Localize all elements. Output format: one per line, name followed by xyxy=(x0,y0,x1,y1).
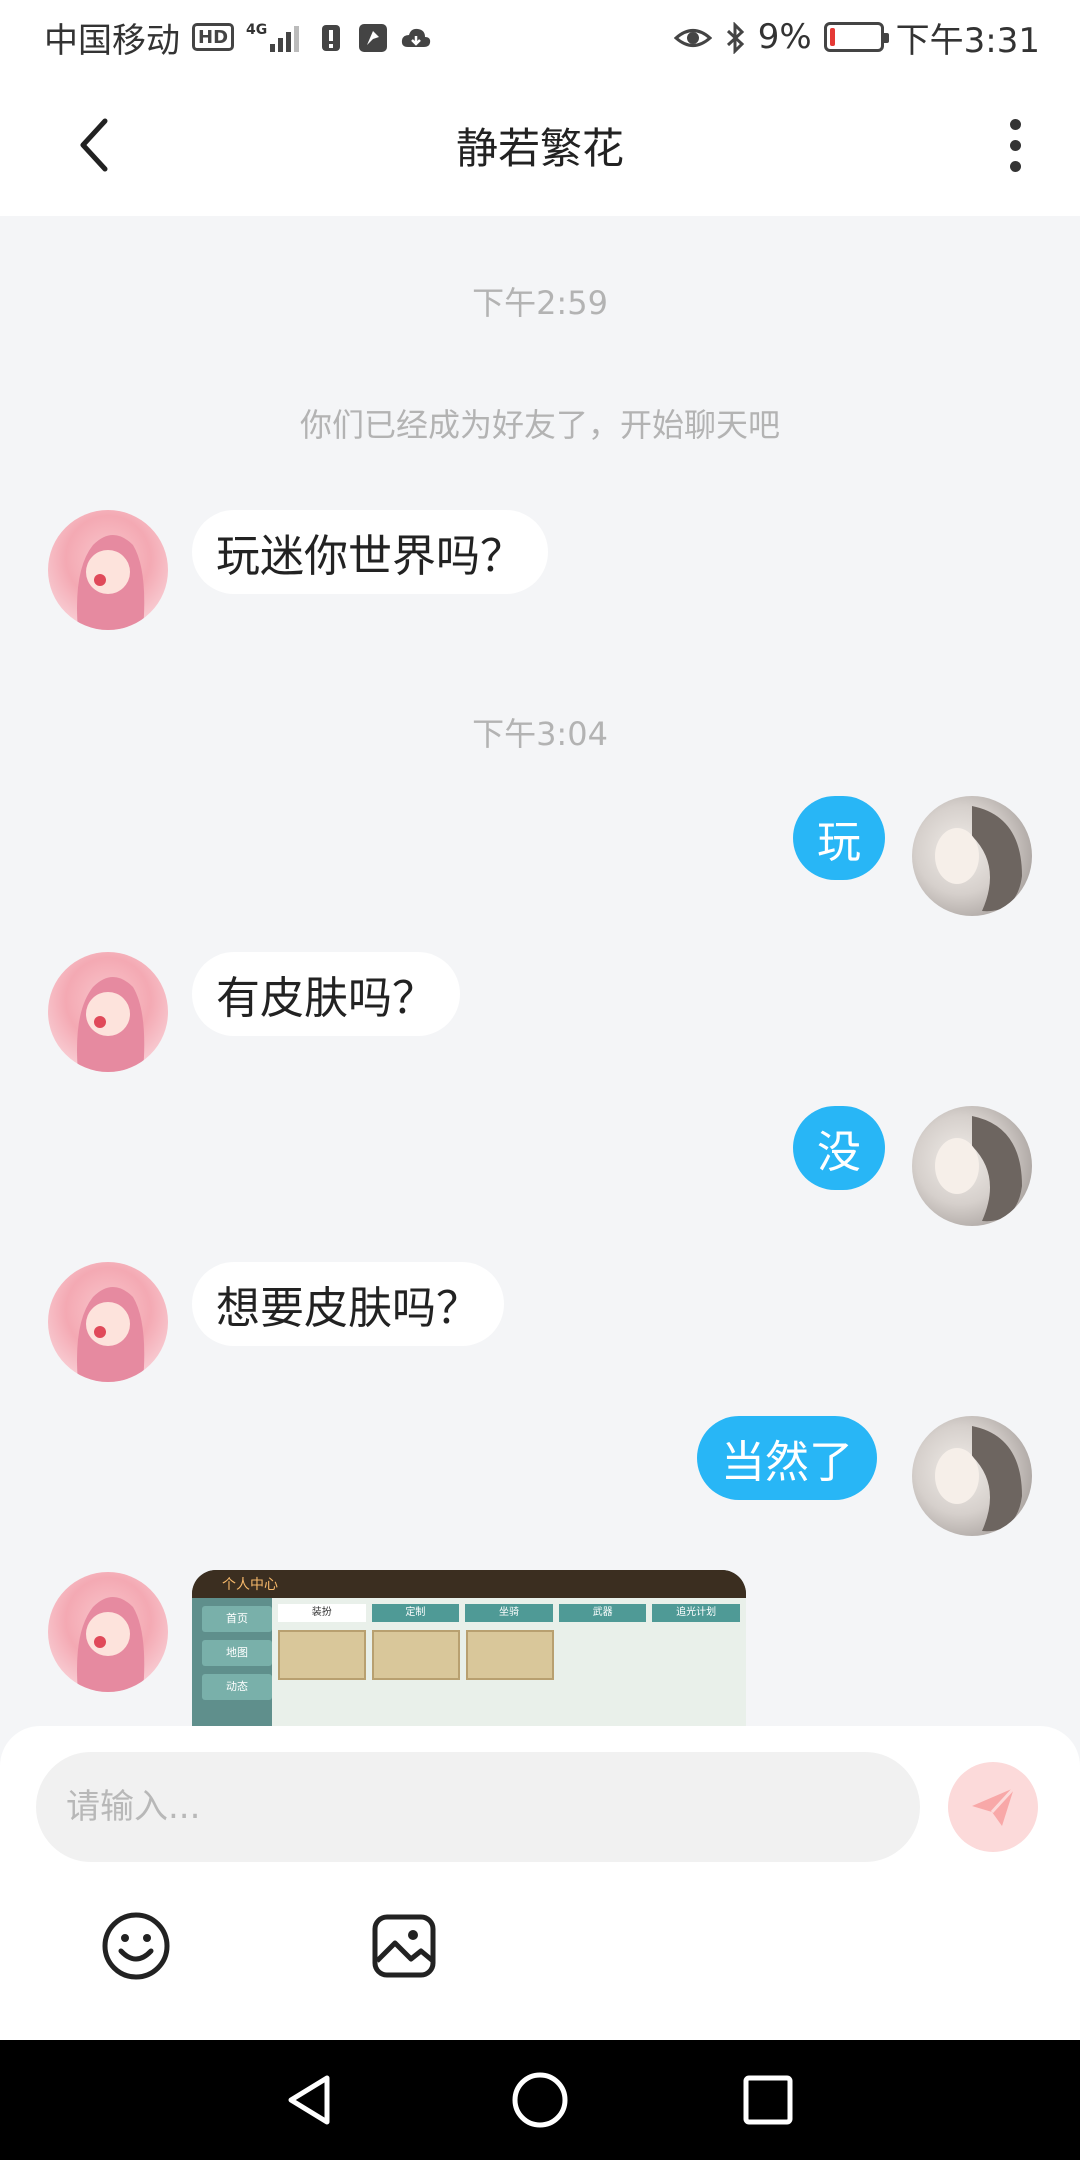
timestamp: 下午2:59 xyxy=(472,284,608,322)
message-composer xyxy=(0,1726,1080,2040)
image-picker-button[interactable] xyxy=(366,1908,442,1984)
self-avatar[interactable] xyxy=(912,796,1032,916)
image-title-bar: 个人中心 xyxy=(192,1570,746,1598)
image-tab: 坐骑 xyxy=(465,1604,553,1622)
image-tab: 装扮 xyxy=(278,1604,366,1622)
image-side-item: 首页 xyxy=(202,1606,272,1632)
more-options-button[interactable] xyxy=(990,110,1040,180)
friend-avatar[interactable] xyxy=(48,952,168,1072)
friend-avatar[interactable] xyxy=(48,510,168,630)
friend-avatar[interactable] xyxy=(48,1262,168,1382)
nav-home-button[interactable] xyxy=(504,2064,576,2136)
image-content: 首页 地图 动态 装扮 定制 坐骑 武器 追光计划 xyxy=(192,1598,746,1726)
system-navigation-bar xyxy=(0,2040,1080,2160)
square-recents-icon xyxy=(743,2075,793,2125)
more-dot-icon xyxy=(1009,118,1021,130)
cloud-download-icon xyxy=(400,22,431,52)
battery-level-fill xyxy=(829,28,836,46)
nav-recents-button[interactable] xyxy=(732,2064,804,2136)
image-tab: 定制 xyxy=(371,1604,460,1622)
image-card xyxy=(278,1630,366,1680)
emoji-button[interactable] xyxy=(98,1908,174,1984)
bluetooth-icon xyxy=(724,21,746,55)
chevron-left-icon xyxy=(80,118,108,172)
message-bubble-incoming[interactable]: 玩迷你世界吗？ xyxy=(192,510,548,594)
message-bubble-outgoing[interactable]: 玩 xyxy=(793,796,885,880)
image-card xyxy=(466,1630,554,1680)
image-tab: 武器 xyxy=(558,1604,647,1622)
network-type: 4G xyxy=(246,22,268,38)
smiley-icon xyxy=(102,1912,170,1980)
image-message[interactable]: 个人中心 首页 地图 动态 装扮 定制 坐骑 武器 追光计划 xyxy=(192,1570,746,1726)
triangle-back-icon xyxy=(288,2075,330,2125)
circle-home-icon xyxy=(512,2072,568,2128)
image-tabs: 装扮 定制 坐骑 武器 追光计划 xyxy=(278,1604,740,1622)
image-cards xyxy=(278,1630,740,1680)
message-input[interactable] xyxy=(36,1752,920,1862)
message-bubble-incoming[interactable]: 想要皮肤吗？ xyxy=(192,1262,504,1346)
more-dot-icon xyxy=(1009,139,1021,151)
message-bubble-outgoing[interactable]: 当然了 xyxy=(697,1416,877,1500)
message-bubble-incoming[interactable]: 有皮肤吗？ xyxy=(192,952,460,1036)
nav-back-button[interactable] xyxy=(272,2064,344,2136)
system-notice: 你们已经成为好友了，开始聊天吧 xyxy=(299,406,780,444)
self-avatar[interactable] xyxy=(912,1416,1032,1536)
image-tab: 追光计划 xyxy=(652,1604,740,1622)
message-bubble-outgoing[interactable]: 没 xyxy=(793,1106,885,1190)
image-sidebar: 首页 地图 动态 xyxy=(192,1598,272,1726)
image-title: 个人中心 xyxy=(222,1577,278,1593)
image-side-item: 动态 xyxy=(202,1674,272,1700)
battery-icon xyxy=(823,22,889,52)
image-main-panel: 装扮 定制 坐骑 武器 追光计划 xyxy=(272,1598,746,1726)
send-icon xyxy=(972,1786,1016,1826)
status-left: 中国移动 HD 4G xyxy=(44,13,431,62)
battery-percent: 9% xyxy=(757,17,812,57)
more-dot-icon xyxy=(1009,160,1021,172)
image-card xyxy=(372,1630,460,1680)
chat-message-list[interactable]: 下午2:59 你们已经成为好友了，开始聊天吧 玩迷你世界吗？ 下午3:04 玩 … xyxy=(0,216,1080,1726)
status-time: 下午3:31 xyxy=(895,20,1040,61)
page-title: 静若繁花 xyxy=(455,123,624,173)
back-button[interactable] xyxy=(60,110,130,180)
chat-header: 静若繁花 xyxy=(0,74,1080,216)
eye-comfort-icon xyxy=(673,22,712,52)
image-icon xyxy=(372,1914,436,1978)
status-right: 9% 下午3:31 xyxy=(673,13,1040,62)
self-avatar[interactable] xyxy=(912,1106,1032,1226)
app-notification-icon xyxy=(358,22,388,52)
timestamp: 下午3:04 xyxy=(472,715,608,753)
image-side-item: 地图 xyxy=(202,1640,272,1666)
status-bar: 中国移动 HD 4G 9% 下午3:31 xyxy=(0,0,1080,74)
carrier-name: 中国移动 xyxy=(44,20,180,61)
send-button[interactable] xyxy=(948,1762,1038,1852)
friend-avatar[interactable] xyxy=(48,1572,168,1692)
alert-icon xyxy=(316,22,346,52)
signal-icon: 4G xyxy=(246,22,304,52)
hd-icon: HD xyxy=(192,23,235,51)
